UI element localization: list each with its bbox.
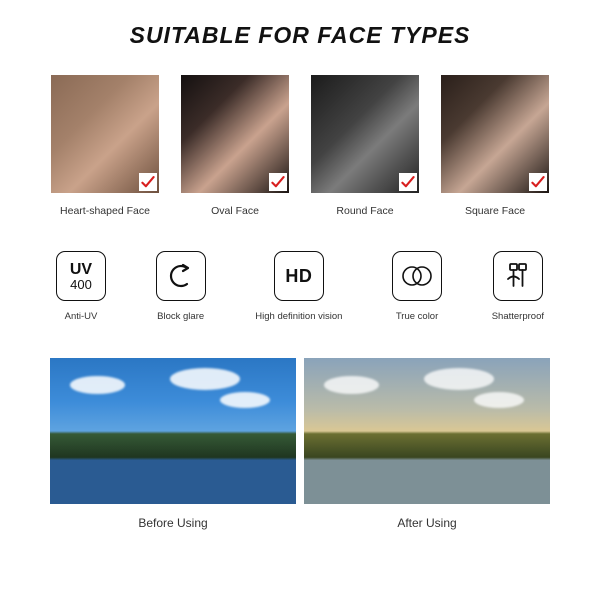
face-photo — [311, 75, 419, 193]
check-icon — [399, 173, 417, 191]
check-icon — [529, 173, 547, 191]
true-color-icon — [392, 251, 442, 301]
feature-block-glare: Block glare — [156, 251, 206, 322]
feature-hd: HD High definition vision — [255, 251, 342, 322]
compare-after: After Using — [304, 358, 550, 530]
hd-icon: HD — [274, 251, 324, 301]
after-photo — [304, 358, 550, 504]
feature-label: Anti-UV — [65, 311, 98, 322]
shatterproof-icon — [493, 251, 543, 301]
face-label: Oval Face — [211, 205, 259, 217]
compare-label: After Using — [397, 516, 456, 530]
feature-label: True color — [396, 311, 438, 322]
uv400-icon: UV 400 — [56, 251, 106, 301]
feature-label: Block glare — [157, 311, 204, 322]
compare-before: Before Using — [50, 358, 296, 530]
page-title: SUITABLE FOR FACE TYPES — [50, 22, 550, 49]
feature-label: High definition vision — [255, 311, 342, 322]
face-label: Round Face — [336, 205, 393, 217]
check-icon — [139, 173, 157, 191]
face-photo — [441, 75, 549, 193]
face-item-heart: Heart-shaped Face — [50, 75, 160, 217]
compare-label: Before Using — [138, 516, 207, 530]
feature-anti-uv: UV 400 Anti-UV — [56, 251, 106, 322]
face-photo — [181, 75, 289, 193]
features-row: UV 400 Anti-UV Block glare HD High defin… — [50, 251, 550, 322]
face-item-round: Round Face — [310, 75, 420, 217]
before-photo — [50, 358, 296, 504]
face-label: Heart-shaped Face — [60, 205, 150, 217]
face-photo — [51, 75, 159, 193]
product-info-card: SUITABLE FOR FACE TYPES Heart-shaped Fac… — [0, 0, 600, 600]
feature-shatterproof: Shatterproof — [492, 251, 544, 322]
comparison-row: Before Using After Using — [50, 358, 550, 530]
face-types-row: Heart-shaped Face Oval Face Round Face — [50, 75, 550, 217]
face-label: Square Face — [465, 205, 525, 217]
face-item-oval: Oval Face — [180, 75, 290, 217]
feature-true-color: True color — [392, 251, 442, 322]
face-item-square: Square Face — [440, 75, 550, 217]
check-icon — [269, 173, 287, 191]
block-glare-icon — [156, 251, 206, 301]
feature-label: Shatterproof — [492, 311, 544, 322]
